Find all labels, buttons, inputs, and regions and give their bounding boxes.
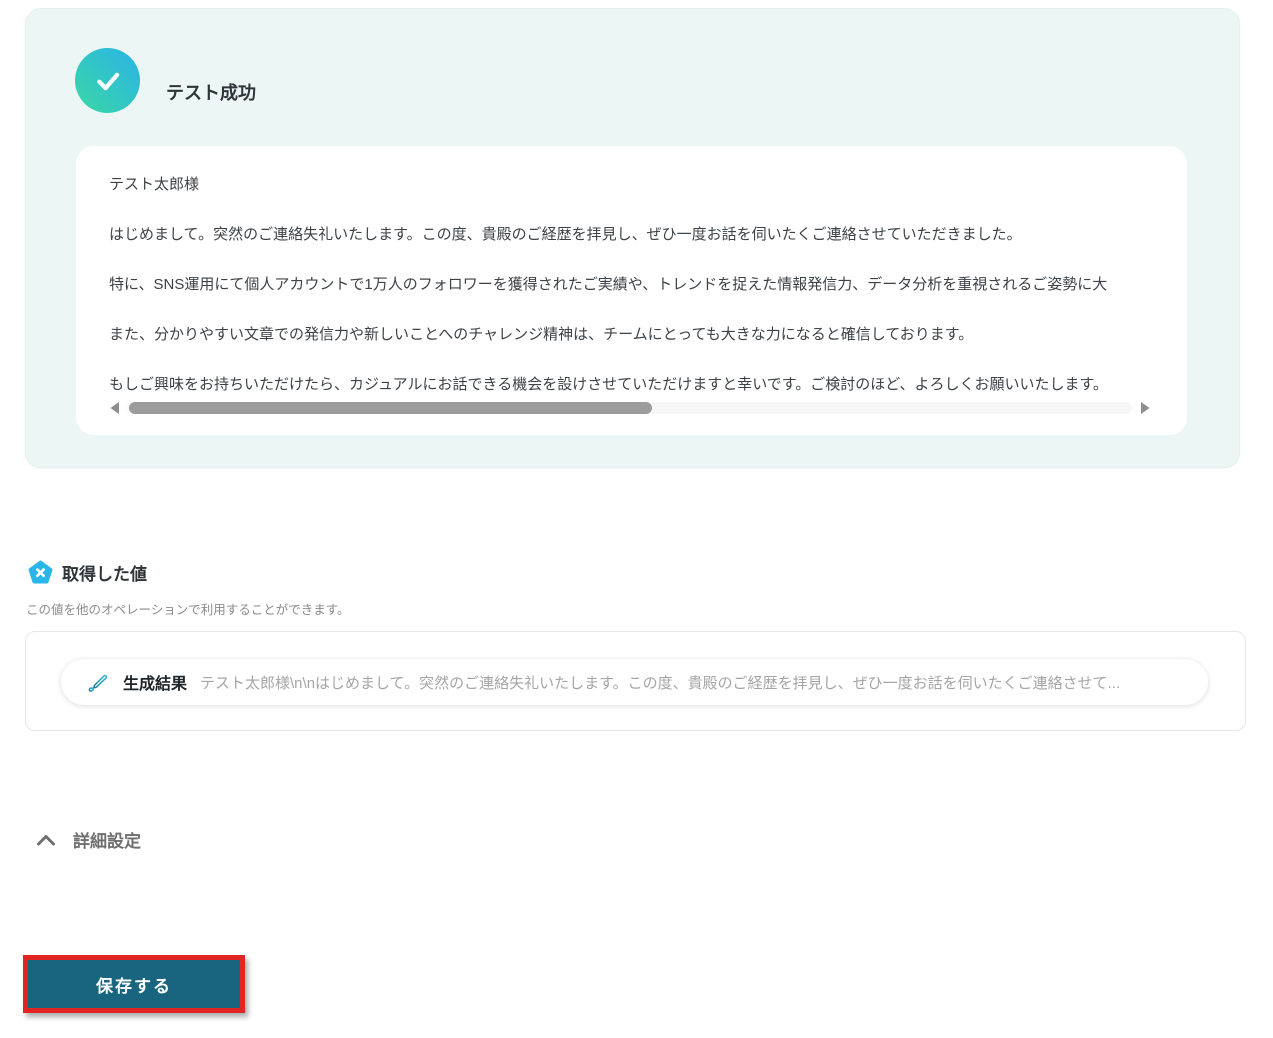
- scrollbar-thumb[interactable]: [129, 402, 652, 414]
- retrieved-values-description: この値を他のオペレーションで利用することができます。: [26, 603, 350, 617]
- result-label: 生成結果: [123, 676, 188, 693]
- pentagon-x-icon: [28, 560, 53, 585]
- retrieved-values-header: 取得した値: [28, 560, 147, 585]
- generated-result-pill[interactable]: 生成結果 テスト太郎様\n\nはじめまして。突然のご連絡失礼いたします。この度、…: [61, 659, 1208, 705]
- edit-pencil-icon: [87, 671, 110, 694]
- result-preview-text: テスト太郎様\n\nはじめまして。突然のご連絡失礼いたします。この度、貴殿のご経…: [200, 674, 1121, 692]
- retrieved-values-box: 生成結果 テスト太郎様\n\nはじめまして。突然のご連絡失礼いたします。この度、…: [25, 631, 1246, 731]
- operation-test-page: テスト成功 テスト太郎様 はじめまして。突然のご連絡失礼いたします。この度、貴殿…: [0, 0, 1273, 1038]
- triangle-left-icon[interactable]: [106, 401, 122, 415]
- annotation-highlight-box: 保存する: [23, 955, 245, 1013]
- retrieved-values-title: 取得した値: [62, 565, 147, 584]
- check-icon: [75, 48, 140, 113]
- save-button[interactable]: 保存する: [28, 960, 240, 1008]
- advanced-settings-toggle[interactable]: 詳細設定: [36, 827, 141, 852]
- test-success-panel: テスト成功 テスト太郎様 はじめまして。突然のご連絡失礼いたします。この度、貴殿…: [25, 8, 1240, 468]
- advanced-settings-label: 詳細設定: [73, 832, 141, 851]
- triangle-right-icon[interactable]: [1137, 401, 1153, 415]
- horizontal-scrollbar[interactable]: [106, 400, 1153, 416]
- message-paragraph: はじめまして。突然のご連絡失礼いたします。この度、貴殿のご経歴を拝見し、ぜひ一度…: [109, 226, 1022, 243]
- message-paragraph: 特に、SNS運用にて個人アカウントで1万人のフォロワーを獲得されたご実績や、トレ…: [109, 276, 1108, 293]
- message-paragraph: テスト太郎様: [109, 176, 200, 193]
- test-success-title: テスト成功: [166, 83, 256, 103]
- generated-message-card: テスト太郎様 はじめまして。突然のご連絡失礼いたします。この度、貴殿のご経歴を拝…: [76, 146, 1187, 435]
- scrollbar-track[interactable]: [127, 402, 1132, 414]
- generated-message-text: テスト太郎様 はじめまして。突然のご連絡失礼いたします。この度、貴殿のご経歴を拝…: [109, 175, 1187, 425]
- message-paragraph: また、分かりやすい文章での発信力や新しいことへのチャレンジ精神は、チームにとって…: [109, 326, 974, 343]
- message-paragraph: もしご興味をお持ちいただけたら、カジュアルにお話できる機会を設けさせていただけま…: [109, 376, 1109, 393]
- chevron-up-icon: [36, 834, 56, 846]
